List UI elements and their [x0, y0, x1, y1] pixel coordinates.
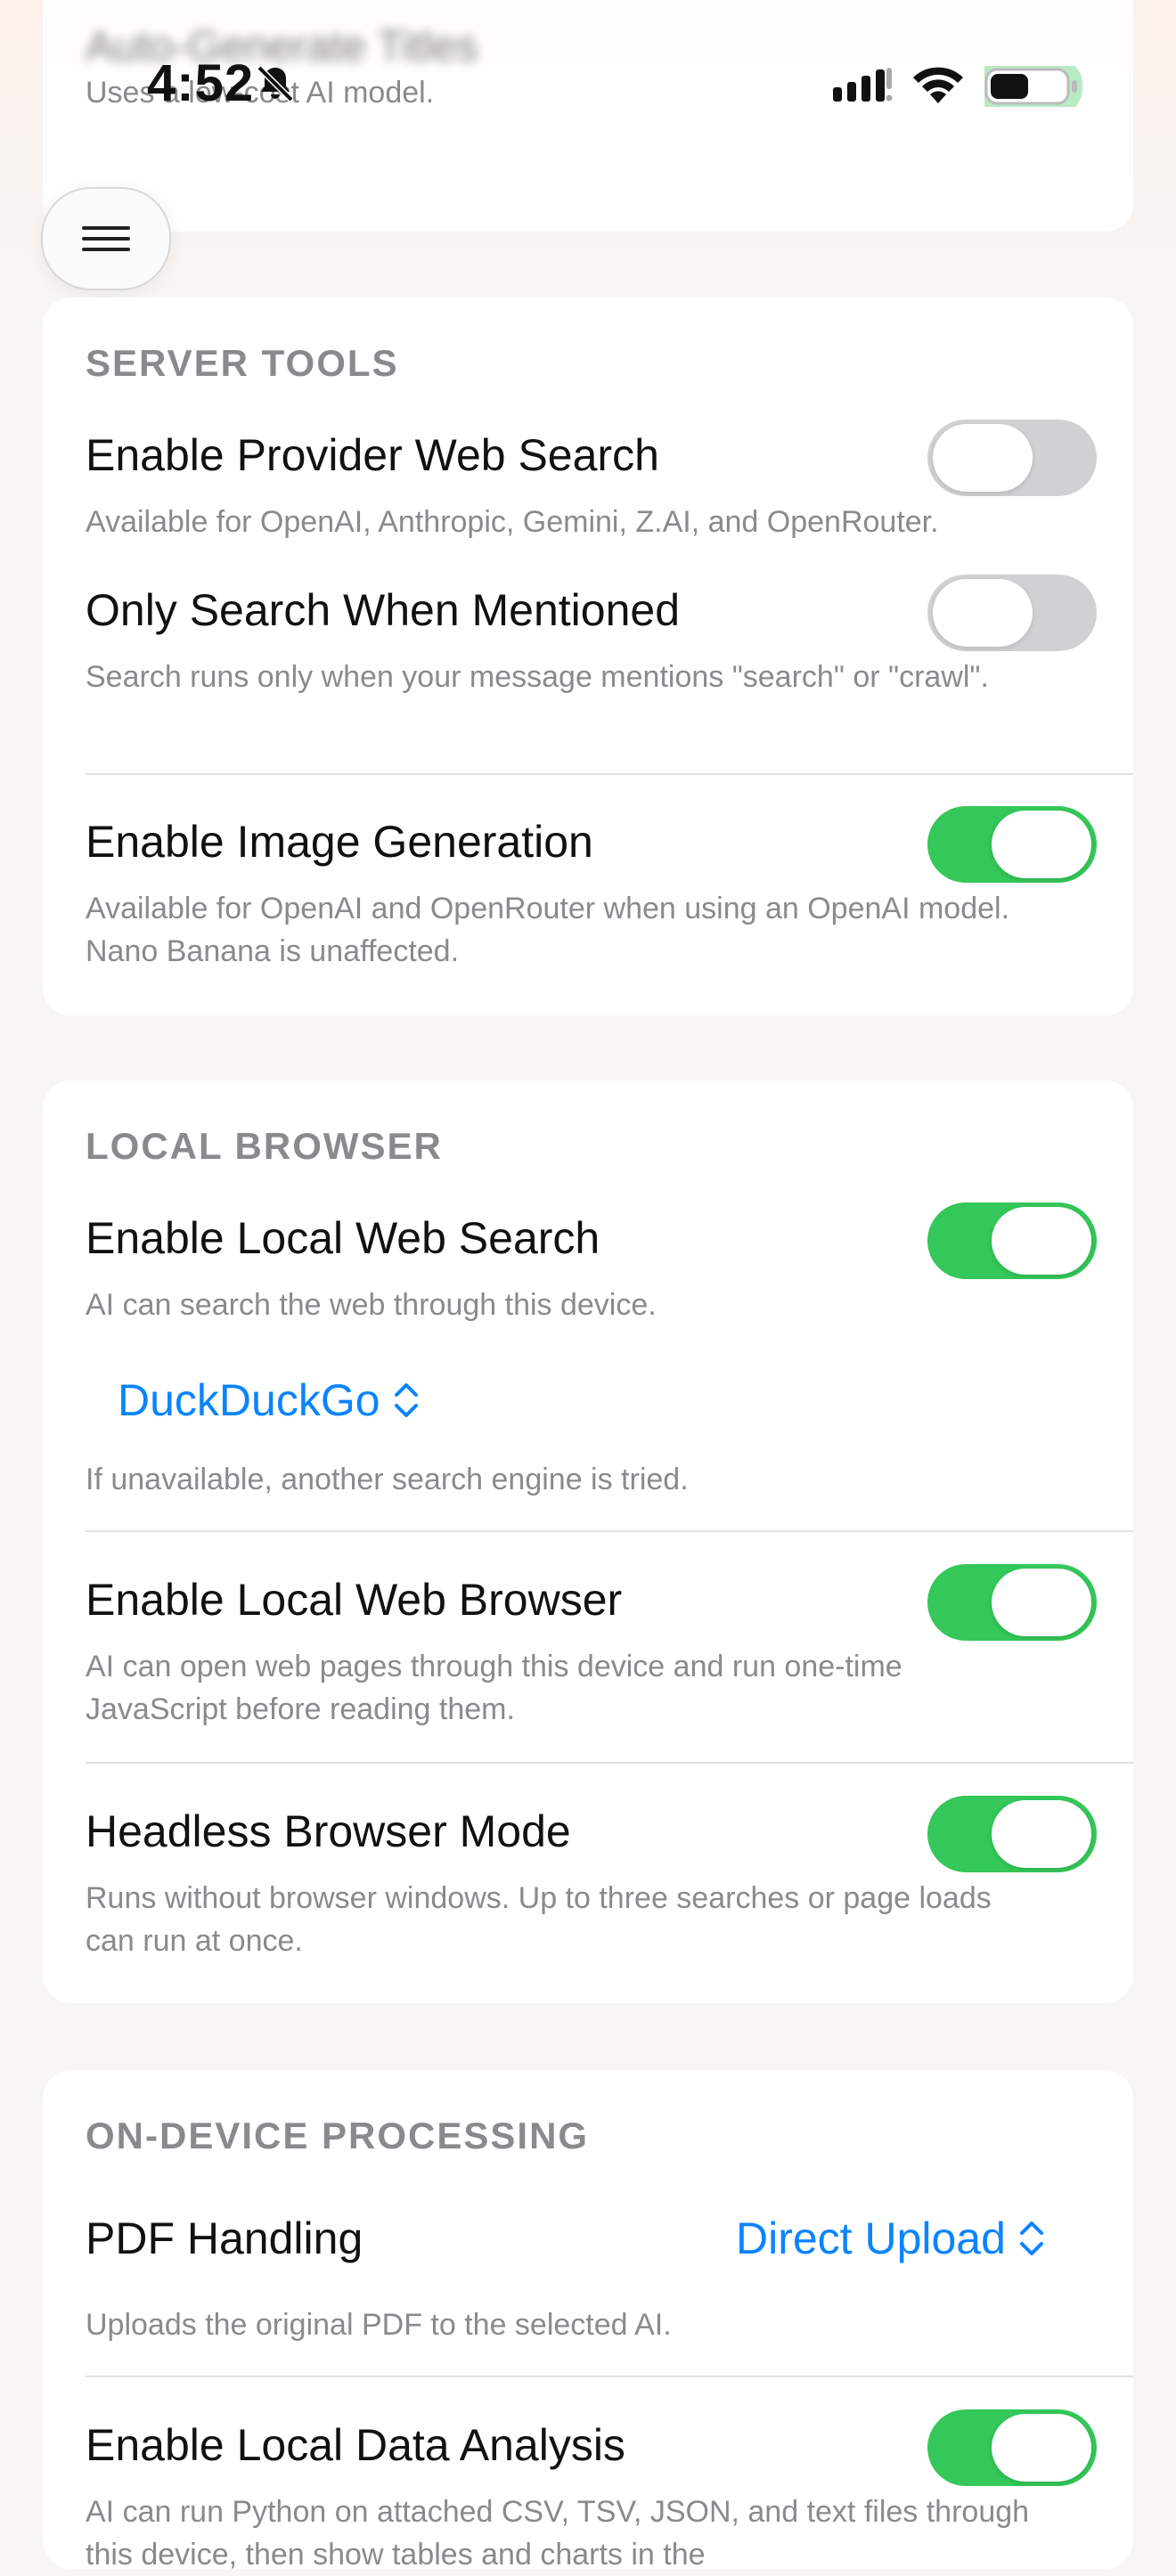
chevron-up-down-icon [394, 1383, 418, 1417]
local-web-search-desc: AI can search the web through this devic… [86, 1288, 657, 1322]
local-data-analysis-label: Enable Local Data Analysis [86, 2420, 625, 2470]
wifi-icon [913, 67, 963, 103]
on-device-card: ON-DEVICE PROCESSING PDF Handling Direct… [43, 2070, 1133, 2572]
local-web-browser-toggle[interactable] [927, 1564, 1097, 1641]
pdf-handling-picker[interactable]: Direct Upload [736, 2213, 1045, 2264]
search-when-mentioned-label: Only Search When Mentioned [86, 585, 681, 635]
provider-web-search-toggle[interactable] [927, 420, 1097, 496]
search-engine-note: If unavailable, another search engine is… [86, 1463, 689, 1496]
local-web-browser-label: Enable Local Web Browser [86, 1575, 623, 1625]
status-bar: 4:52 [0, 0, 1176, 178]
silent-bell-icon [257, 65, 294, 102]
toggle-knob [992, 2414, 1091, 2482]
provider-web-search-desc: Available for OpenAI, Anthropic, Gemini,… [86, 505, 939, 539]
battery-icon [984, 66, 1082, 107]
toggle-knob [933, 579, 1033, 647]
status-time: 4:52 [147, 54, 255, 112]
server-tools-card: SERVER TOOLS Enable Provider Web Search … [43, 298, 1133, 1015]
toggle-knob [992, 1569, 1091, 1636]
provider-web-search-label: Enable Provider Web Search [86, 430, 659, 480]
section-title: ON-DEVICE PROCESSING [86, 2115, 590, 2156]
toggle-knob [992, 1207, 1091, 1275]
cellular-signal-icon [833, 68, 893, 102]
local-data-analysis-desc: AI can run Python on attached CSV, TSV, … [86, 2495, 1030, 2572]
search-when-mentioned-desc: Search runs only when your message menti… [86, 660, 989, 694]
search-engine-value: DuckDuckGo [118, 1375, 380, 1425]
divider [86, 1762, 1133, 1764]
image-generation-toggle[interactable] [927, 806, 1097, 883]
local-browser-card: LOCAL BROWSER Enable Local Web Search AI… [43, 1080, 1133, 2003]
menu-line-icon [82, 237, 130, 240]
pdf-handling-label: PDF Handling [86, 2213, 363, 2263]
toggle-knob [933, 424, 1033, 492]
menu-line-icon [82, 248, 130, 251]
local-web-browser-desc: AI can open web pages through this devic… [86, 1650, 902, 1726]
headless-mode-desc: Runs without browser windows. Up to thre… [86, 1881, 992, 1958]
divider [86, 1530, 1133, 1532]
local-web-search-toggle[interactable] [927, 1202, 1097, 1279]
section-title: LOCAL BROWSER [86, 1125, 443, 1167]
menu-button[interactable] [41, 187, 171, 290]
image-generation-label: Enable Image Generation [86, 817, 593, 867]
local-data-analysis-toggle[interactable] [927, 2409, 1097, 2486]
chevron-up-down-icon [1019, 2221, 1043, 2255]
divider [86, 773, 1133, 775]
menu-line-icon [82, 226, 130, 230]
pdf-handling-note: Uploads the original PDF to the selected… [86, 2308, 672, 2342]
pdf-handling-value: Direct Upload [736, 2213, 1006, 2263]
search-engine-picker[interactable]: DuckDuckGo [118, 1374, 420, 1426]
toggle-knob [992, 811, 1091, 878]
image-generation-desc: Available for OpenAI and OpenRouter when… [86, 892, 1010, 968]
headless-mode-toggle[interactable] [927, 1796, 1097, 1872]
toggle-knob [992, 1800, 1091, 1868]
local-web-search-label: Enable Local Web Search [86, 1213, 600, 1263]
section-title: SERVER TOOLS [86, 342, 399, 384]
search-when-mentioned-toggle[interactable] [927, 575, 1097, 651]
divider [86, 2376, 1133, 2377]
headless-mode-label: Headless Browser Mode [86, 1806, 571, 1856]
